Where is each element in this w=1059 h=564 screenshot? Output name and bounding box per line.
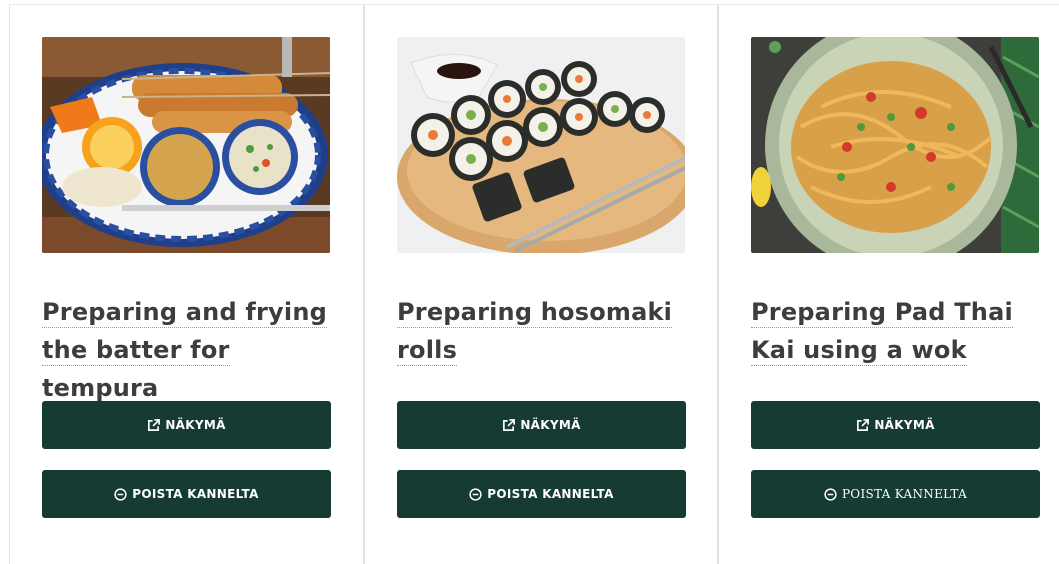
remove-from-deck-button[interactable]: POISTA KANNELTA (397, 470, 686, 518)
external-link-icon (502, 418, 516, 432)
recipe-card: Preparing Pad Thai Kai using a wok NÄKYM… (718, 4, 1059, 564)
recipe-image[interactable] (397, 37, 685, 253)
pad-thai-image (751, 37, 1039, 253)
minus-circle-icon (824, 487, 837, 501)
recipe-image[interactable] (751, 37, 1039, 253)
recipe-image[interactable] (42, 37, 330, 253)
view-button-label: NÄKYMÄ (520, 418, 581, 432)
external-link-icon (856, 418, 870, 432)
minus-circle-icon (114, 487, 127, 501)
view-button-label: NÄKYMÄ (165, 418, 226, 432)
recipe-card: Preparing hosomaki rolls NÄKYMÄ POISTA K… (364, 4, 718, 564)
recipe-card: Preparing and frying the batter for temp… (9, 4, 364, 564)
remove-from-deck-button[interactable]: POISTA KANNELTA (751, 470, 1040, 518)
view-button[interactable]: NÄKYMÄ (42, 401, 331, 449)
card-grid: Preparing and frying the batter for temp… (0, 0, 1059, 564)
remove-button-label: POISTA KANNELTA (487, 487, 614, 501)
recipe-title[interactable]: Preparing Pad Thai Kai using a wok (751, 293, 1041, 369)
view-button[interactable]: NÄKYMÄ (397, 401, 686, 449)
view-button-label: NÄKYMÄ (874, 418, 935, 432)
view-button[interactable]: NÄKYMÄ (751, 401, 1040, 449)
hosomaki-image (397, 37, 685, 253)
external-link-icon (147, 418, 161, 432)
tempura-image (42, 37, 330, 253)
remove-button-label: POISTA KANNELTA (841, 487, 968, 501)
remove-button-label: POISTA KANNELTA (132, 487, 259, 501)
minus-circle-icon (469, 487, 482, 501)
remove-from-deck-button[interactable]: POISTA KANNELTA (42, 470, 331, 518)
recipe-title[interactable]: Preparing hosomaki rolls (397, 293, 687, 369)
recipe-title[interactable]: Preparing and frying the batter for temp… (42, 293, 332, 407)
